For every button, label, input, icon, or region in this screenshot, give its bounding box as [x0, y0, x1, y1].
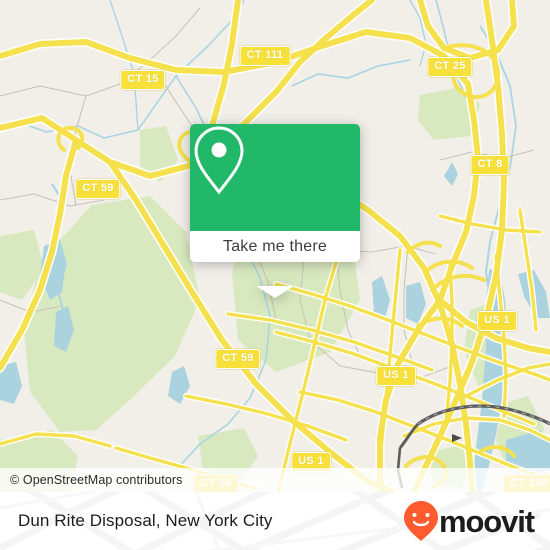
take-me-there-label: Take me there: [223, 237, 327, 255]
map-attribution-bar: © OpenStreetMap contributors: [0, 468, 550, 492]
road-shield[interactable]: US 1: [477, 311, 517, 331]
callout-action-bar[interactable]: Take me there: [190, 231, 360, 262]
road-shield[interactable]: CT 59: [215, 349, 261, 369]
moovit-smiley-pin-icon: [403, 501, 438, 541]
road-shield[interactable]: CT 59: [75, 179, 121, 199]
callout-pointer: [256, 286, 294, 298]
road-shield[interactable]: CT 25: [427, 57, 473, 77]
callout-pin-panel: [190, 124, 360, 231]
map-canvas[interactable]: CT 15 CT 111 CT 25 CT 8 CT 59 CT 59 US 1…: [0, 0, 550, 492]
road-shield[interactable]: CT 8: [470, 155, 510, 175]
moovit-wordmark: moovit: [438, 503, 535, 539]
moovit-logo[interactable]: moovit: [403, 501, 550, 541]
location-callout-card[interactable]: Take me there: [190, 124, 360, 298]
road-shield[interactable]: CT 111: [239, 46, 291, 66]
map-screenshot: CT 15 CT 111 CT 25 CT 8 CT 59 CT 59 US 1…: [0, 0, 550, 550]
map-pin-icon: [194, 126, 244, 195]
road-shield[interactable]: CT 15: [120, 70, 166, 90]
road-shield[interactable]: US 1: [376, 366, 416, 386]
footer-bar: Dun Rite Disposal, New York City moovit: [0, 492, 550, 550]
attribution-text[interactable]: © OpenStreetMap contributors: [0, 473, 183, 487]
place-title: Dun Rite Disposal, New York City: [18, 511, 273, 530]
